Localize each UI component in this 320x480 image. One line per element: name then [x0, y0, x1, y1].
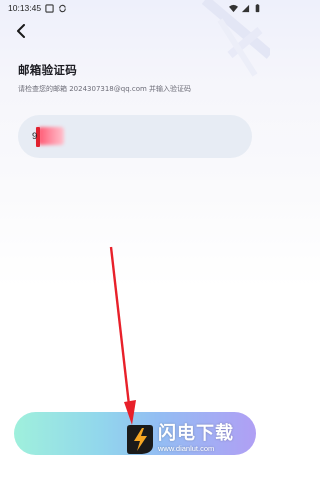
verification-code-value: 9 [32, 131, 38, 142]
sync-icon [59, 4, 66, 12]
signal-icon [241, 4, 250, 12]
page-title: 邮箱验证码 [18, 63, 77, 77]
back-button[interactable] [10, 20, 32, 42]
wifi-icon [229, 4, 238, 12]
arrow-shaft [109, 246, 131, 406]
submit-button[interactable] [14, 412, 256, 455]
verification-code-input[interactable]: 9 [18, 115, 252, 158]
status-bar: 10:13:45 [0, 0, 270, 16]
chevron-left-icon [17, 24, 25, 38]
status-time: 10:13:45 [8, 3, 42, 13]
page-subtitle: 请检查您的邮箱 2024307318@qq.com 并输入验证码 [18, 85, 192, 93]
redaction-overlay [38, 127, 64, 145]
battery-icon [255, 3, 260, 12]
square-notification-icon [45, 3, 54, 13]
